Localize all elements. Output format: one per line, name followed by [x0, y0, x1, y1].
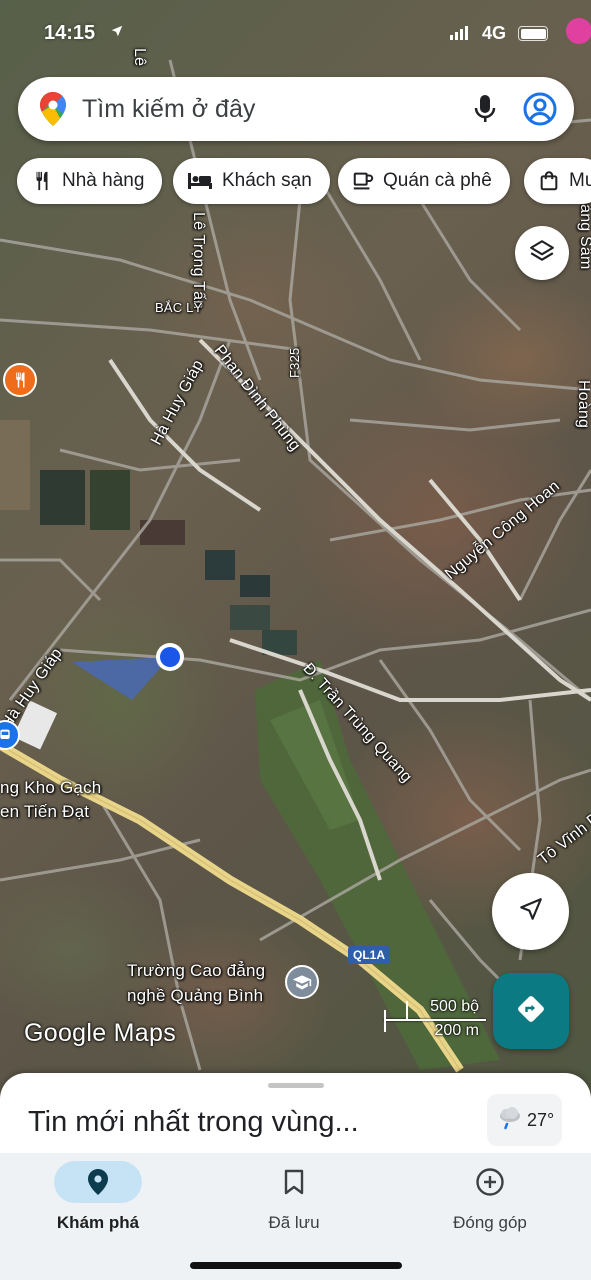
cloud-rain-icon — [497, 1106, 523, 1135]
account-icon[interactable] — [523, 92, 557, 131]
sheet-drag-handle[interactable] — [268, 1083, 324, 1088]
search-input[interactable]: Tìm kiếm ở đây — [82, 95, 255, 124]
explore-pin-icon — [54, 1161, 142, 1203]
tab-label: Đã lưu — [268, 1213, 320, 1232]
weather-chip[interactable]: 27° — [487, 1094, 562, 1146]
signal-icon — [450, 26, 470, 45]
tab-saved[interactable]: Đã lưu — [234, 1161, 354, 1241]
scale-feet-label: 500 bộ — [430, 998, 479, 1015]
map-label-hoang: Hoàng — [575, 380, 591, 429]
school-pin-icon[interactable] — [285, 965, 319, 999]
tab-label: Khám phá — [56, 1213, 140, 1232]
status-time: 14:15 — [44, 22, 96, 44]
microphone-icon[interactable] — [474, 94, 496, 129]
search-bar[interactable]: Tìm kiếm ở đây — [18, 77, 574, 141]
chip-shopping[interactable]: Mu — [524, 158, 591, 204]
map-label-nghe-quang-binh[interactable]: nghề Quảng Bình — [127, 986, 263, 1006]
category-chips: Nhà hàng Khách sạn Quán cà phê Mu — [0, 158, 591, 204]
chip-hotels[interactable]: Khách sạn — [173, 158, 330, 204]
navigation-arrow-icon — [518, 896, 544, 927]
latest-in-area-sheet[interactable]: Tin mới nhất trong vùng... 27° — [0, 1073, 591, 1163]
hotel-icon — [187, 170, 213, 192]
map-label-kho-gach[interactable]: ng Kho Gạch — [0, 778, 101, 798]
scale-meter-label: 200 m — [434, 1022, 479, 1039]
restaurant-pin-icon[interactable] — [3, 363, 37, 397]
my-location-button[interactable] — [492, 873, 569, 950]
map-label-le: Lê — [131, 48, 148, 67]
bookmark-icon — [250, 1161, 338, 1203]
route-shield-ql1a: QL1A — [348, 946, 391, 964]
tab-label: Đóng góp — [453, 1213, 527, 1232]
chip-label: Nhà hàng — [62, 170, 145, 191]
google-maps-logo: Google Maps — [24, 1019, 176, 1047]
location-heading-cone — [72, 657, 170, 700]
map-label-bac-ly: BẮC LÝ — [155, 300, 203, 315]
add-circle-icon — [446, 1161, 534, 1203]
tab-contribute[interactable]: Đóng góp — [430, 1161, 550, 1241]
chip-label: Mu — [569, 170, 591, 191]
map-label-hoang-sam: oàng Sâm — [577, 195, 591, 270]
tab-explore[interactable]: Khám phá — [38, 1161, 158, 1241]
chip-label: Quán cà phê — [383, 170, 492, 191]
battery-icon — [518, 26, 548, 41]
directions-button[interactable] — [493, 973, 569, 1049]
layers-icon — [529, 238, 555, 269]
weather-temperature: 27° — [527, 1109, 555, 1130]
current-location-dot[interactable] — [160, 647, 180, 667]
chip-label: Khách sạn — [222, 170, 312, 191]
network-type: 4G — [482, 23, 507, 43]
location-arrow-icon — [110, 24, 124, 43]
chip-restaurants[interactable]: Nhà hàng — [17, 158, 163, 204]
google-maps-pin-icon — [40, 92, 66, 131]
status-bar: 14:15 4G — [0, 18, 591, 50]
coffee-icon — [352, 170, 374, 192]
picture-in-picture-icon[interactable] — [566, 18, 591, 44]
map-label-le-trong-tan: Lê Trọng Tấn — [190, 212, 207, 310]
bottom-navigation: Khám phá Đã lưu Đóng góp — [0, 1153, 591, 1280]
map-label-f325: F325 — [287, 347, 302, 378]
layers-button[interactable] — [515, 226, 569, 280]
directions-icon — [514, 992, 548, 1031]
map-label-tien-dat[interactable]: en Tiến Đạt — [0, 802, 89, 822]
map-label-truong-cao-dang[interactable]: Trường Cao đẳng — [127, 961, 265, 981]
sheet-title: Tin mới nhất trong vùng... — [28, 1106, 359, 1138]
shopping-bag-icon — [538, 170, 560, 192]
chip-cafes[interactable]: Quán cà phê — [338, 158, 510, 204]
restaurant-icon — [31, 170, 53, 192]
home-indicator[interactable] — [190, 1262, 402, 1269]
map-scale-bar: 500 bộ 200 m — [384, 998, 486, 1043]
